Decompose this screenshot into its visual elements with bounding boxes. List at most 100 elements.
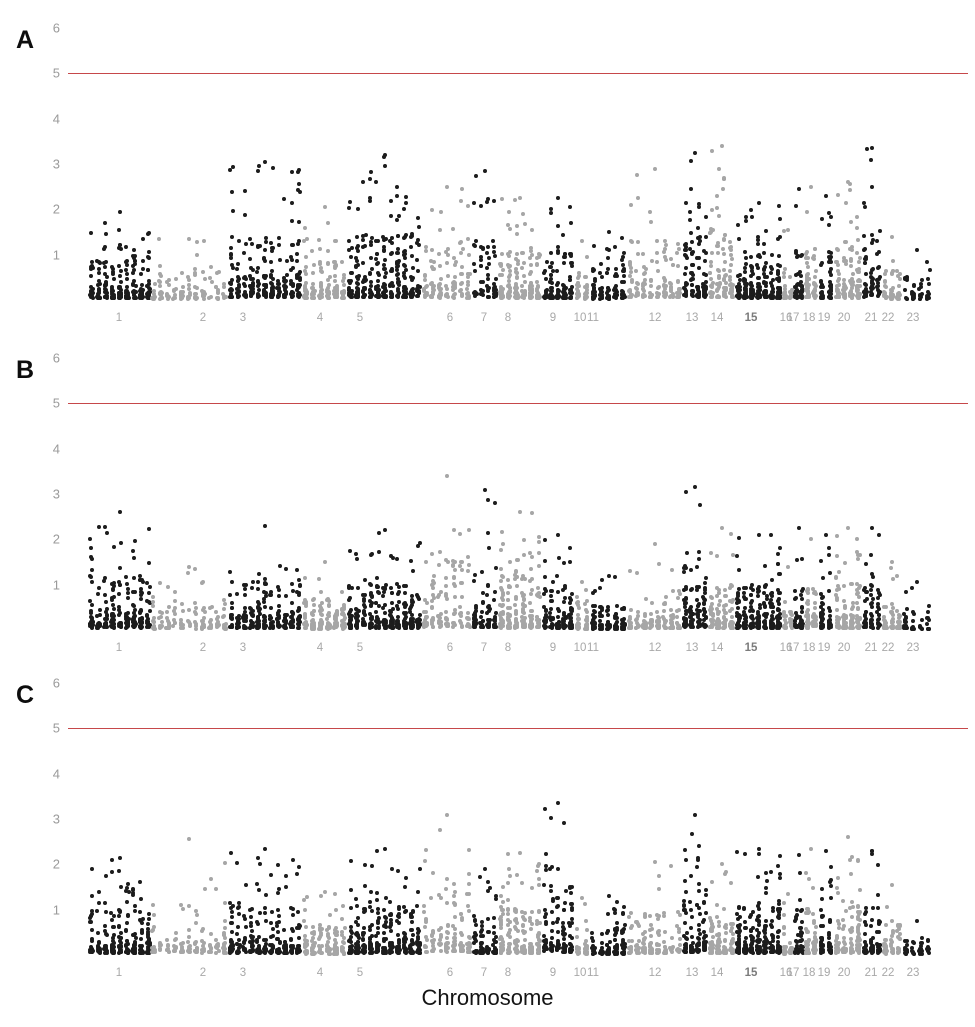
data-point	[146, 268, 150, 272]
data-point	[187, 278, 191, 282]
data-point	[642, 619, 646, 623]
data-point	[181, 285, 185, 289]
data-point	[377, 531, 381, 535]
data-point	[500, 197, 504, 201]
data-point	[303, 614, 307, 618]
data-point	[796, 254, 800, 258]
data-point	[125, 259, 129, 263]
x-axis-tick-chr-1: 1	[116, 312, 122, 324]
data-point	[236, 279, 240, 283]
data-point	[389, 214, 393, 218]
data-point	[721, 247, 725, 251]
data-point	[717, 610, 721, 614]
data-point	[304, 255, 308, 259]
data-point	[709, 264, 713, 268]
data-point	[381, 606, 385, 610]
data-point	[704, 215, 708, 219]
data-point	[342, 283, 346, 287]
data-point	[423, 274, 427, 278]
data-point	[466, 204, 470, 208]
data-point	[250, 288, 254, 292]
data-point	[521, 625, 525, 629]
data-point	[736, 274, 740, 278]
data-point	[711, 614, 715, 618]
data-point	[230, 190, 234, 194]
data-point	[704, 576, 708, 580]
x-axis-tick-chr-15: 15	[745, 312, 758, 324]
data-point	[444, 558, 448, 562]
data-point	[696, 604, 700, 608]
data-point	[290, 601, 294, 605]
data-point	[133, 590, 137, 594]
data-point	[731, 598, 735, 602]
data-point	[237, 239, 241, 243]
data-point	[777, 292, 781, 296]
data-point	[355, 292, 359, 296]
data-point	[395, 273, 399, 277]
data-point	[417, 225, 421, 229]
y-axis-tick-4: 4	[53, 441, 60, 456]
data-point-peak	[607, 230, 611, 234]
data-point	[257, 282, 261, 286]
data-point	[629, 608, 633, 612]
data-point	[411, 600, 415, 604]
data-point	[97, 586, 101, 590]
data-point	[537, 540, 541, 544]
data-point	[384, 271, 388, 275]
data-point	[105, 531, 109, 535]
data-point	[664, 595, 668, 599]
data-point	[403, 276, 407, 280]
data-point	[340, 260, 344, 264]
data-point	[446, 274, 450, 278]
data-point	[458, 619, 462, 623]
data-point	[327, 614, 331, 618]
data-point	[89, 231, 93, 235]
data-point	[711, 228, 715, 232]
data-point	[152, 627, 156, 631]
data-point	[88, 537, 92, 541]
data-point	[592, 293, 596, 297]
data-point	[695, 565, 699, 569]
data-point	[862, 234, 866, 238]
data-point	[296, 242, 300, 246]
data-point	[264, 274, 268, 278]
data-point	[515, 252, 519, 256]
data-point	[555, 269, 559, 273]
data-point	[146, 232, 150, 236]
data-point	[514, 597, 518, 601]
data-point	[112, 607, 116, 611]
data-point	[730, 289, 734, 293]
data-point	[437, 563, 441, 567]
data-point	[821, 285, 825, 289]
data-point	[118, 611, 122, 615]
data-point	[453, 584, 457, 588]
data-point	[829, 273, 833, 277]
data-point	[304, 626, 308, 630]
data-point	[729, 623, 733, 627]
data-point	[319, 285, 323, 289]
data-point	[312, 603, 316, 607]
data-point	[688, 210, 692, 214]
data-point	[684, 596, 688, 600]
data-point	[466, 237, 470, 241]
data-point	[575, 623, 579, 627]
significance-threshold-line	[68, 73, 968, 74]
data-point	[403, 235, 407, 239]
data-point	[297, 578, 301, 582]
data-point	[395, 557, 399, 561]
data-point	[717, 603, 721, 607]
data-point	[676, 596, 680, 600]
data-point	[390, 601, 394, 605]
data-point	[390, 236, 394, 240]
data-point	[111, 272, 115, 276]
x-axis-tick-chr-18: 18	[803, 312, 816, 324]
data-point	[369, 170, 373, 174]
data-point	[446, 253, 450, 257]
data-point	[375, 576, 379, 580]
data-point	[598, 586, 602, 590]
data-point	[473, 269, 477, 273]
data-point	[744, 262, 748, 266]
data-point	[118, 566, 122, 570]
data-point	[499, 264, 503, 268]
data-point	[522, 274, 526, 278]
